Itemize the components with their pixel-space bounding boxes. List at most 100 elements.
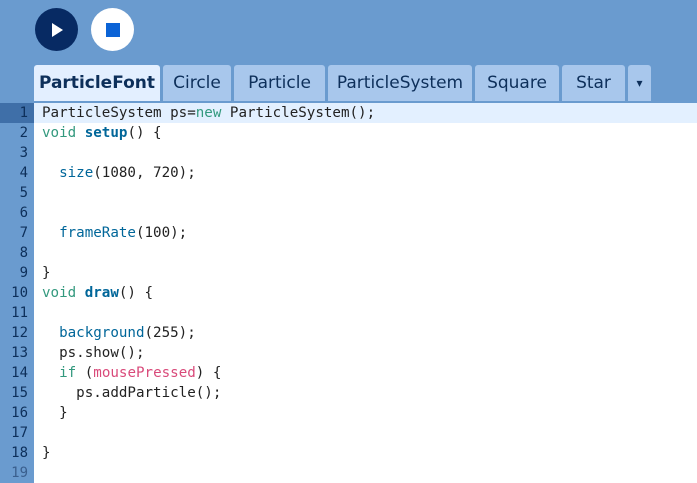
code-token: (100);: [135, 225, 188, 241]
code-token: ) {: [195, 365, 222, 381]
code-line[interactable]: 8: [0, 243, 697, 263]
code-line[interactable]: 9}: [0, 263, 697, 283]
code-line[interactable]: 2 void setup() {: [0, 123, 697, 143]
code-editor[interactable]: 1 ParticleSystem ps=new ParticleSystem();…: [0, 103, 697, 483]
tab-circle[interactable]: Circle: [163, 65, 231, 101]
line-code: }: [42, 263, 51, 283]
line-code: frameRate(100);: [42, 223, 187, 243]
tab-label: ParticleFont: [38, 73, 156, 93]
code-token: (255);: [144, 325, 196, 341]
play-icon: [51, 22, 63, 37]
line-number: 1: [19, 105, 28, 121]
code-token: background: [59, 325, 145, 341]
code-token: size: [59, 165, 94, 181]
line-number: 19: [11, 465, 28, 481]
code-token: (1080, 720);: [93, 165, 196, 181]
code-token: () {: [118, 285, 154, 301]
tab-label: Star: [576, 73, 611, 93]
line-number: 13: [11, 345, 28, 361]
line-number: 7: [19, 225, 28, 241]
code-token: () {: [127, 125, 162, 141]
tab-particlesystem[interactable]: ParticleSystem: [328, 65, 472, 101]
code-line[interactable]: 12 background(255);: [0, 323, 697, 343]
sketch-editor-window: ParticleFont Circle Particle ParticleSys…: [0, 0, 697, 483]
code-token: setup: [84, 125, 128, 141]
code-token: }: [42, 265, 51, 281]
stop-button[interactable]: [91, 8, 134, 51]
line-number: 6: [19, 205, 28, 221]
file-tabs: ParticleFont Circle Particle ParticleSys…: [34, 65, 651, 101]
code-token: void: [42, 285, 77, 301]
code-line[interactable]: 14 if (mousePressed) {: [0, 363, 697, 383]
code-line[interactable]: 1 ParticleSystem ps=new ParticleSystem();: [0, 103, 697, 123]
code-token: ParticleSystem();: [221, 105, 376, 121]
line-code: ps.show();: [42, 343, 145, 363]
tab-square[interactable]: Square: [475, 65, 559, 101]
code-line[interactable]: 3: [0, 143, 697, 163]
line-code: void setup() {: [42, 123, 162, 143]
line-code: ps.addParticle();: [42, 383, 221, 403]
line-code: }: [42, 403, 68, 423]
tab-label: ParticleSystem: [336, 73, 464, 93]
line-number: 17: [11, 425, 28, 441]
code-line[interactable]: 19: [0, 463, 697, 483]
chevron-down-icon: ▾: [636, 76, 643, 90]
line-number: 8: [19, 245, 28, 261]
code-token: draw: [84, 285, 119, 301]
line-number: 2: [19, 125, 28, 141]
line-number: 11: [11, 305, 28, 321]
code-token: if: [59, 365, 77, 381]
line-code: background(255);: [42, 323, 196, 343]
code-token: ps.addParticle();: [42, 385, 222, 401]
code-line[interactable]: 17: [0, 423, 697, 443]
code-line[interactable]: 5: [0, 183, 697, 203]
tab-label: Square: [487, 73, 547, 93]
code-line[interactable]: 18}: [0, 443, 697, 463]
code-line[interactable]: 16 }: [0, 403, 697, 423]
line-code: size(1080, 720);: [42, 163, 196, 183]
line-code: if (mousePressed) {: [42, 363, 221, 383]
line-number: 4: [19, 165, 28, 181]
code-token: }: [42, 445, 51, 461]
tab-label: Particle: [248, 73, 311, 93]
code-token: ParticleSystem ps=: [42, 105, 196, 121]
code-token: new: [195, 105, 222, 121]
line-number: 12: [11, 325, 28, 341]
code-token: void: [42, 125, 77, 141]
tab-star[interactable]: Star: [562, 65, 625, 101]
code-line[interactable]: 13 ps.show();: [0, 343, 697, 363]
line-number: 5: [19, 185, 28, 201]
stop-icon: [105, 22, 120, 37]
run-button[interactable]: [35, 8, 78, 51]
line-code: ParticleSystem ps=new ParticleSystem();: [42, 103, 375, 123]
code-token: mousePressed: [93, 365, 196, 381]
code-token: frameRate: [59, 225, 136, 241]
tab-particlefont[interactable]: ParticleFont: [34, 65, 160, 101]
code-line[interactable]: 11: [0, 303, 697, 323]
line-code: void draw() {: [42, 283, 153, 303]
line-number: 9: [19, 265, 28, 281]
toolbar: [0, 0, 697, 64]
code-line[interactable]: 15 ps.addParticle();: [0, 383, 697, 403]
line-number: 15: [11, 385, 28, 401]
line-number: 18: [11, 445, 28, 461]
code-line[interactable]: 6: [0, 203, 697, 223]
code-line[interactable]: 4 size(1080, 720);: [0, 163, 697, 183]
code-token: (: [76, 365, 94, 381]
code-line[interactable]: 7 frameRate(100);: [0, 223, 697, 243]
code-token: }: [42, 405, 68, 421]
code-token: ps.show();: [42, 345, 145, 361]
line-number: 14: [11, 365, 28, 381]
line-code: }: [42, 443, 51, 463]
tab-label: Circle: [173, 73, 221, 93]
tab-particle[interactable]: Particle: [234, 65, 325, 101]
code-line[interactable]: 10 void draw() {: [0, 283, 697, 303]
line-number: 3: [19, 145, 28, 161]
tab-overflow-button[interactable]: ▾: [628, 65, 651, 101]
